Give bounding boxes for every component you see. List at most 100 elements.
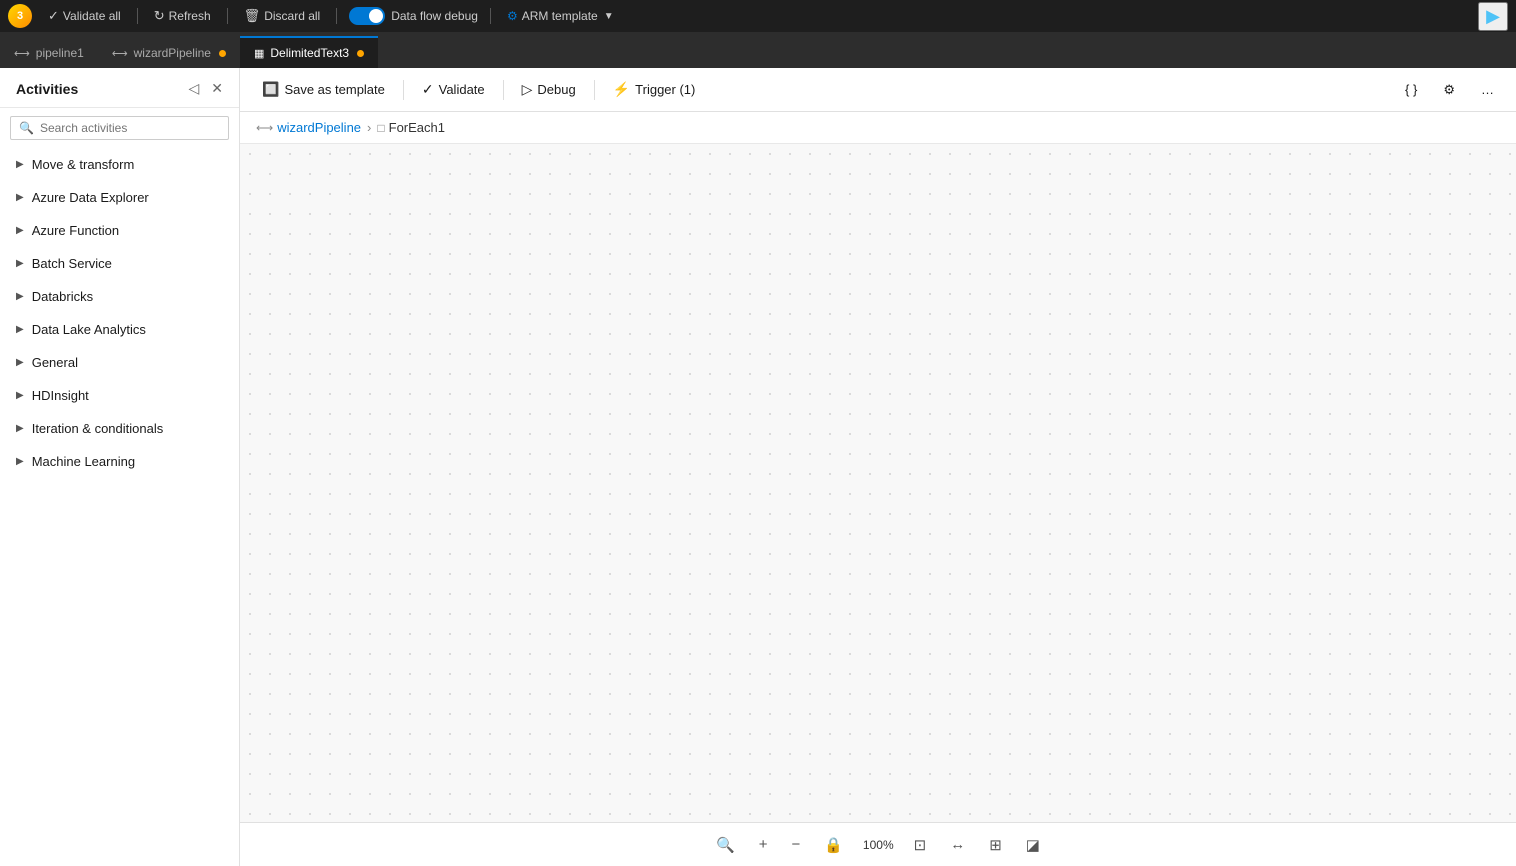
chevron-right-icon: ▶: [16, 225, 24, 236]
chevron-right-icon: ▶: [16, 324, 24, 335]
activity-item-azure-data-explorer[interactable]: ▶ Azure Data Explorer: [0, 181, 239, 214]
trash-icon: 🗑: [244, 8, 261, 24]
close-button[interactable]: ✕: [207, 78, 227, 99]
divider: [336, 8, 337, 24]
checkmark-icon: ✓: [48, 8, 59, 24]
more-icon: …: [1481, 82, 1494, 97]
breadcrumb: ⟷ wizardPipeline › □ ForEach1: [240, 112, 1516, 144]
main-layout: Activities ◁ ✕ 🔍 ▶ Move & transform ▶ Az…: [0, 68, 1516, 866]
plus-icon: +: [759, 836, 768, 853]
refresh-button[interactable]: ↻ Refresh: [146, 6, 219, 26]
activity-item-databricks[interactable]: ▶ Databricks: [0, 280, 239, 313]
arm-icon: ⚙: [507, 9, 518, 23]
fit-canvas-button[interactable]: ⊡: [910, 832, 931, 858]
validate-button[interactable]: ✓ Validate: [412, 76, 495, 103]
divider: [137, 8, 138, 24]
activity-item-azure-function[interactable]: ▶ Azure Function: [0, 214, 239, 247]
breadcrumb-pipeline-link[interactable]: ⟷ wizardPipeline: [256, 120, 361, 135]
settings-icon: ⚙: [1443, 82, 1455, 98]
minimap-button[interactable]: ◪: [1022, 832, 1044, 858]
tab-wizard-pipeline[interactable]: ⟷ wizardPipeline: [98, 36, 240, 68]
zoom-level: 100%: [863, 838, 894, 852]
separator: [403, 80, 404, 100]
breadcrumb-current: □ ForEach1: [377, 120, 445, 135]
validate-all-button[interactable]: ✓ Validate all: [40, 6, 129, 26]
more-button[interactable]: …: [1471, 77, 1504, 103]
refresh-icon: ↻: [154, 8, 165, 24]
tab-delimited-text3[interactable]: ▦ DelimitedText3: [240, 36, 378, 68]
zoom-in-button[interactable]: +: [755, 832, 772, 857]
activities-title: Activities: [16, 81, 78, 97]
chevron-right-icon: ▶: [16, 291, 24, 302]
search-input[interactable]: [40, 121, 220, 135]
sidebar-header: Activities ◁ ✕: [0, 68, 239, 108]
pipeline-icon: ⟷: [14, 47, 30, 60]
fit-width-button[interactable]: ↔: [946, 832, 969, 857]
activity-item-move-transform[interactable]: ▶ Move & transform: [0, 148, 239, 181]
collapse-button[interactable]: ◁: [184, 78, 203, 99]
chevron-right-icon: ▶: [16, 192, 24, 203]
pipeline-icon: ⟷: [112, 47, 128, 60]
activity-item-iteration-conditionals[interactable]: ▶ Iteration & conditionals: [0, 412, 239, 445]
search-icon: 🔍: [716, 837, 735, 854]
chevron-down-icon: ▼: [604, 11, 614, 22]
arrange-icon: ⊞: [989, 837, 1002, 854]
canvas-footer: 🔍 + − 🔒 100% ⊡ ↔ ⊞ ◪: [240, 822, 1516, 866]
canvas-toolbar-right: { } ⚙ …: [1395, 77, 1504, 103]
arrange-button[interactable]: ⊞: [985, 832, 1006, 858]
zoom-out-button[interactable]: −: [787, 832, 804, 857]
search-box[interactable]: 🔍: [10, 116, 229, 140]
activity-item-hdinsight[interactable]: ▶ HDInsight: [0, 379, 239, 412]
chevron-right-icon: ▶: [16, 390, 24, 401]
lock-icon: 🔒: [824, 837, 843, 854]
pipeline-breadcrumb-icon: ⟷: [256, 121, 273, 135]
chevron-right-icon: ▶: [16, 159, 24, 170]
debug-button[interactable]: ▷ Debug: [512, 76, 586, 103]
sidebar-controls: ◁ ✕: [184, 78, 227, 99]
divider: [227, 8, 228, 24]
arm-template-button[interactable]: ⚙ ARM template ▼: [499, 7, 622, 25]
trigger-icon: ⚡: [613, 81, 630, 98]
canvas-main[interactable]: [240, 144, 1516, 822]
search-icon: 🔍: [19, 121, 34, 135]
separator: [503, 80, 504, 100]
canvas-area: 🔲 Save as template ✓ Validate ▷ Debug ⚡ …: [240, 68, 1516, 866]
activity-item-batch-service[interactable]: ▶ Batch Service: [0, 247, 239, 280]
fit-width-icon: ↔: [950, 836, 965, 853]
minus-icon: −: [791, 836, 800, 853]
app-icon: 3: [8, 4, 32, 28]
activity-item-machine-learning[interactable]: ▶ Machine Learning: [0, 445, 239, 478]
activities-sidebar: Activities ◁ ✕ 🔍 ▶ Move & transform ▶ Az…: [0, 68, 240, 866]
trigger-button[interactable]: ⚡ Trigger (1): [603, 76, 706, 103]
breadcrumb-separator: ›: [367, 120, 371, 135]
save-template-icon: 🔲: [262, 81, 279, 98]
chevron-right-icon: ▶: [16, 456, 24, 467]
chevron-right-icon: ▶: [16, 357, 24, 368]
search-canvas-button[interactable]: 🔍: [712, 832, 739, 858]
run-button[interactable]: ▶: [1478, 2, 1508, 31]
debug-icon: ▷: [522, 81, 533, 98]
canvas-toolbar: 🔲 Save as template ✓ Validate ▷ Debug ⚡ …: [240, 68, 1516, 112]
tab-pipeline1[interactable]: ⟷ pipeline1: [0, 36, 98, 68]
code-view-button[interactable]: { }: [1395, 77, 1427, 103]
tab-bar: ⟷ pipeline1 ⟷ wizardPipeline ▦ Delimited…: [0, 32, 1516, 68]
save-as-template-button[interactable]: 🔲 Save as template: [252, 76, 395, 103]
data-flow-debug-toggle[interactable]: Data flow debug: [349, 7, 478, 25]
chevron-right-icon: ▶: [16, 423, 24, 434]
unsaved-indicator: [357, 50, 364, 57]
foreach-icon: □: [377, 121, 384, 135]
unsaved-indicator: [219, 50, 226, 57]
fit-icon: ⊡: [914, 837, 927, 854]
run-icon: ▶: [1486, 6, 1500, 26]
separator: [594, 80, 595, 100]
table-icon: ▦: [254, 47, 264, 60]
discard-all-button[interactable]: 🗑 Discard all: [236, 6, 329, 26]
lock-button[interactable]: 🔒: [820, 832, 847, 858]
code-icon: { }: [1405, 82, 1417, 97]
divider: [490, 8, 491, 24]
top-toolbar: 3 ✓ Validate all ↻ Refresh 🗑 Discard all…: [0, 0, 1516, 32]
settings-button[interactable]: ⚙: [1433, 77, 1465, 103]
chevron-right-icon: ▶: [16, 258, 24, 269]
activity-item-general[interactable]: ▶ General: [0, 346, 239, 379]
activity-item-data-lake-analytics[interactable]: ▶ Data Lake Analytics: [0, 313, 239, 346]
